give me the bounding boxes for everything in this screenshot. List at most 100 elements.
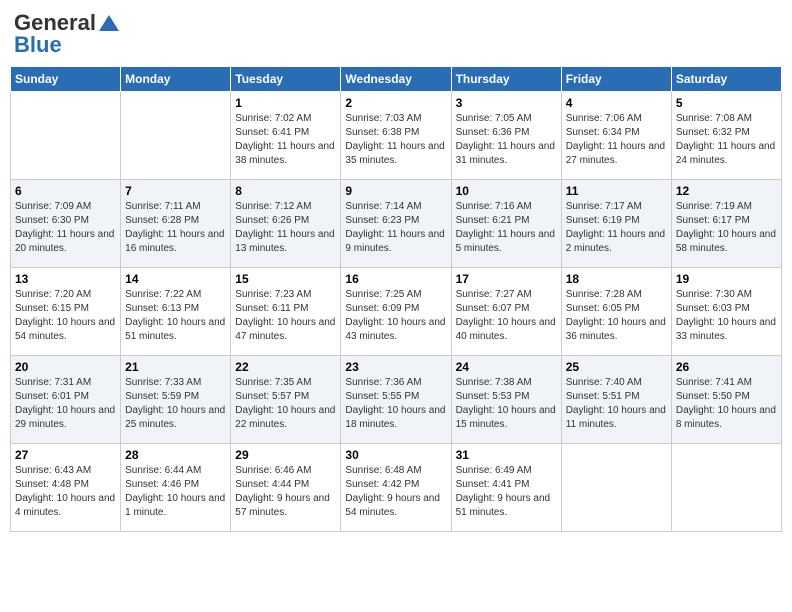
calendar-cell: 24Sunrise: 7:38 AMSunset: 5:53 PMDayligh…: [451, 356, 561, 444]
calendar-cell: 22Sunrise: 7:35 AMSunset: 5:57 PMDayligh…: [231, 356, 341, 444]
column-header-friday: Friday: [561, 67, 671, 92]
day-number: 18: [566, 272, 667, 286]
day-info: Sunrise: 6:48 AMSunset: 4:42 PMDaylight:…: [345, 464, 446, 520]
day-info: Sunrise: 7:30 AMSunset: 6:03 PMDaylight:…: [676, 288, 777, 344]
day-number: 22: [235, 360, 336, 374]
calendar-header-row: SundayMondayTuesdayWednesdayThursdayFrid…: [11, 67, 782, 92]
calendar-cell: 20 Sunrise: 7:31 AMSunset: 6:01 PMDayligh…: [11, 356, 121, 444]
calendar-week-row: 13 Sunrise: 7:20 AMSunset: 6:15 PMDayligh…: [11, 268, 782, 356]
calendar-cell: 21Sunrise: 7:33 AMSunset: 5:59 PMDayligh…: [121, 356, 231, 444]
day-number: 6: [15, 184, 116, 198]
calendar-cell: [11, 92, 121, 180]
logo-blue-part: Blue: [14, 32, 62, 58]
calendar-cell: 14 Sunrise: 7:22 AMSunset: 6:13 PMDayligh…: [121, 268, 231, 356]
day-number: 1: [235, 96, 336, 110]
column-header-sunday: Sunday: [11, 67, 121, 92]
day-info: Sunrise: 6:46 AMSunset: 4:44 PMDaylight:…: [235, 464, 336, 520]
calendar-cell: 4 Sunrise: 7:06 AMSunset: 6:34 PMDaylight…: [561, 92, 671, 180]
day-info: Sunrise: 7:03 AMSunset: 6:38 PMDaylight:…: [345, 112, 446, 168]
day-number: 11: [566, 184, 667, 198]
calendar-cell: 9 Sunrise: 7:14 AMSunset: 6:23 PMDaylight…: [341, 180, 451, 268]
day-number: 3: [456, 96, 557, 110]
day-info: Sunrise: 6:44 AMSunset: 4:46 PMDaylight:…: [125, 464, 226, 520]
day-info: Sunrise: 7:23 AMSunset: 6:11 PMDaylight:…: [235, 288, 336, 344]
day-info: Sunrise: 7:33 AMSunset: 5:59 PMDaylight:…: [125, 376, 226, 432]
calendar-cell: 8 Sunrise: 7:12 AMSunset: 6:26 PMDaylight…: [231, 180, 341, 268]
day-info: Sunrise: 7:12 AMSunset: 6:26 PMDaylight:…: [235, 200, 336, 256]
calendar-cell: 26Sunrise: 7:41 AMSunset: 5:50 PMDayligh…: [671, 356, 781, 444]
day-info: Sunrise: 7:05 AMSunset: 6:36 PMDaylight:…: [456, 112, 557, 168]
day-info: Sunrise: 7:06 AMSunset: 6:34 PMDaylight:…: [566, 112, 667, 168]
calendar-cell: 5 Sunrise: 7:08 AMSunset: 6:32 PMDaylight…: [671, 92, 781, 180]
day-info: Sunrise: 7:40 AMSunset: 5:51 PMDaylight:…: [566, 376, 667, 432]
calendar-cell: 7Sunrise: 7:11 AMSunset: 6:28 PMDaylight…: [121, 180, 231, 268]
calendar-cell: 10 Sunrise: 7:16 AMSunset: 6:21 PMDayligh…: [451, 180, 561, 268]
calendar-cell: 1 Sunrise: 7:02 AMSunset: 6:41 PMDaylight…: [231, 92, 341, 180]
column-header-monday: Monday: [121, 67, 231, 92]
calendar-cell: [561, 444, 671, 532]
calendar-cell: 15 Sunrise: 7:23 AMSunset: 6:11 PMDayligh…: [231, 268, 341, 356]
calendar-cell: 6 Sunrise: 7:09 AMSunset: 6:30 PMDaylight…: [11, 180, 121, 268]
day-info: Sunrise: 7:41 AMSunset: 5:50 PMDaylight:…: [676, 376, 777, 432]
day-info: Sunrise: 7:02 AMSunset: 6:41 PMDaylight:…: [235, 112, 336, 168]
day-info: Sunrise: 6:49 AMSunset: 4:41 PMDaylight:…: [456, 464, 557, 520]
day-number: 8: [235, 184, 336, 198]
calendar-cell: [671, 444, 781, 532]
day-number: 7: [125, 184, 226, 198]
calendar-cell: 18 Sunrise: 7:28 AMSunset: 6:05 PMDayligh…: [561, 268, 671, 356]
day-number: 25: [566, 360, 667, 374]
column-header-saturday: Saturday: [671, 67, 781, 92]
calendar-cell: 27 Sunrise: 6:43 AMSunset: 4:48 PMDayligh…: [11, 444, 121, 532]
calendar-cell: 16 Sunrise: 7:25 AMSunset: 6:09 PMDayligh…: [341, 268, 451, 356]
day-info: Sunrise: 7:17 AMSunset: 6:19 PMDaylight:…: [566, 200, 667, 256]
day-info: Sunrise: 7:28 AMSunset: 6:05 PMDaylight:…: [566, 288, 667, 344]
calendar-cell: 29 Sunrise: 6:46 AMSunset: 4:44 PMDayligh…: [231, 444, 341, 532]
logo: General Blue: [14, 10, 121, 58]
calendar-cell: [121, 92, 231, 180]
day-number: 4: [566, 96, 667, 110]
calendar-cell: 31 Sunrise: 6:49 AMSunset: 4:41 PMDayligh…: [451, 444, 561, 532]
day-info: Sunrise: 7:25 AMSunset: 6:09 PMDaylight:…: [345, 288, 446, 344]
day-number: 27: [15, 448, 116, 462]
day-info: Sunrise: 7:36 AMSunset: 5:55 PMDaylight:…: [345, 376, 446, 432]
day-number: 13: [15, 272, 116, 286]
column-header-tuesday: Tuesday: [231, 67, 341, 92]
calendar-cell: 17 Sunrise: 7:27 AMSunset: 6:07 PMDayligh…: [451, 268, 561, 356]
day-info: Sunrise: 7:38 AMSunset: 5:53 PMDaylight:…: [456, 376, 557, 432]
day-info: Sunrise: 7:16 AMSunset: 6:21 PMDaylight:…: [456, 200, 557, 256]
day-number: 30: [345, 448, 446, 462]
day-info: Sunrise: 7:22 AMSunset: 6:13 PMDaylight:…: [125, 288, 226, 344]
day-number: 9: [345, 184, 446, 198]
day-number: 14: [125, 272, 226, 286]
day-number: 29: [235, 448, 336, 462]
day-number: 15: [235, 272, 336, 286]
day-info: Sunrise: 7:27 AMSunset: 6:07 PMDaylight:…: [456, 288, 557, 344]
day-info: Sunrise: 7:09 AMSunset: 6:30 PMDaylight:…: [15, 200, 116, 256]
logo-triangle-icon: [98, 14, 120, 32]
day-number: 23: [345, 360, 446, 374]
day-number: 10: [456, 184, 557, 198]
day-number: 31: [456, 448, 557, 462]
day-info: Sunrise: 7:08 AMSunset: 6:32 PMDaylight:…: [676, 112, 777, 168]
day-number: 17: [456, 272, 557, 286]
calendar-cell: 30 Sunrise: 6:48 AMSunset: 4:42 PMDayligh…: [341, 444, 451, 532]
day-info: Sunrise: 7:31 AMSunset: 6:01 PMDaylight:…: [15, 376, 116, 432]
day-number: 16: [345, 272, 446, 286]
calendar-cell: 28Sunrise: 6:44 AMSunset: 4:46 PMDayligh…: [121, 444, 231, 532]
calendar-cell: 19Sunrise: 7:30 AMSunset: 6:03 PMDayligh…: [671, 268, 781, 356]
calendar-week-row: 1 Sunrise: 7:02 AMSunset: 6:41 PMDaylight…: [11, 92, 782, 180]
day-info: Sunrise: 7:14 AMSunset: 6:23 PMDaylight:…: [345, 200, 446, 256]
day-info: Sunrise: 7:20 AMSunset: 6:15 PMDaylight:…: [15, 288, 116, 344]
column-header-wednesday: Wednesday: [341, 67, 451, 92]
day-number: 20: [15, 360, 116, 374]
calendar-week-row: 27 Sunrise: 6:43 AMSunset: 4:48 PMDayligh…: [11, 444, 782, 532]
calendar-week-row: 20 Sunrise: 7:31 AMSunset: 6:01 PMDayligh…: [11, 356, 782, 444]
day-number: 5: [676, 96, 777, 110]
calendar-table: SundayMondayTuesdayWednesdayThursdayFrid…: [10, 66, 782, 532]
calendar-cell: 25 Sunrise: 7:40 AMSunset: 5:51 PMDayligh…: [561, 356, 671, 444]
calendar-week-row: 6 Sunrise: 7:09 AMSunset: 6:30 PMDaylight…: [11, 180, 782, 268]
column-header-thursday: Thursday: [451, 67, 561, 92]
calendar-cell: 13 Sunrise: 7:20 AMSunset: 6:15 PMDayligh…: [11, 268, 121, 356]
calendar-cell: 12Sunrise: 7:19 AMSunset: 6:17 PMDayligh…: [671, 180, 781, 268]
day-info: Sunrise: 6:43 AMSunset: 4:48 PMDaylight:…: [15, 464, 116, 520]
